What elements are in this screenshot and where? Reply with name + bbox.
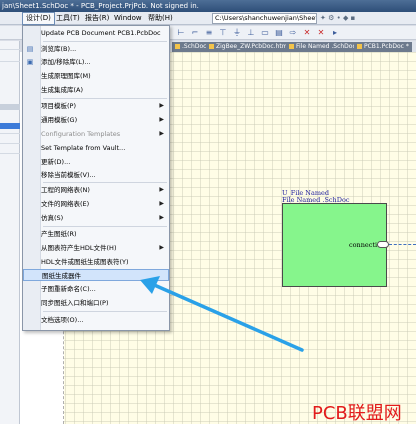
projects-panel [0,41,20,424]
chevron-right-icon: ▶ [159,116,164,123]
chevron-right-icon: ▶ [159,244,164,251]
menu-item-label: 仿真(S) [41,214,64,222]
panel-divider [0,61,20,62]
menu-item-symbol-from-hdl[interactable]: HDL文件或图纸生成图表符(Y) [23,256,169,268]
menu-item-remove-template[interactable]: 移除当前模板(V)... [23,169,169,181]
menu-separator [43,226,167,227]
menu-item-label: 工程的网络表(N) [41,186,90,194]
chevron-right-icon: ▶ [159,102,164,109]
align-icon[interactable]: ⊢ [176,28,186,38]
wire[interactable] [389,244,416,245]
menu-item-update-pcb[interactable]: Update PCB Document PCB1.PcbDoc [23,27,169,39]
sheet-symbol-icon[interactable]: ▤ [274,28,284,38]
menu-item-configuration-templates[interactable]: Configuration Templates ▶ [23,128,169,140]
bus-icon[interactable]: ≡ [204,28,214,38]
menu-item-label: 文档选项(O)... [41,316,84,324]
add-remove-icon: ▣ [26,58,34,66]
menu-item-update[interactable]: 更新(D)... [23,156,169,168]
menu-item-browse-library[interactable]: ▤ 浏览库(B)... [23,43,169,55]
menu-item-document-options[interactable]: 文档选项(O)... [23,314,169,326]
tab-file-named[interactable]: File Named .SchDoc * [286,42,364,52]
menu-item-sheet-to-component[interactable]: 图纸生成器件 [23,269,169,281]
toolbar-right-icons[interactable]: ✦ ⚙ • ◆ ▪ [320,14,355,22]
menu-item-set-template-vault[interactable]: Set Template from Vault... [23,142,169,154]
menu-item-label: 通用模板(G) [41,116,78,124]
menu-item-create-sheet[interactable]: 产生图纸(R) [23,228,169,240]
part-icon[interactable]: ▭ [260,28,270,38]
menu-item-label: 子图重新命名(C)... [41,285,96,293]
menu-item-label: 图纸生成器件 [42,272,81,280]
menu-bar: 设计(D) 工具(T) 报告(R) Window 帮助(H) C:\Users\… [0,12,416,25]
menu-help[interactable]: 帮助(H) [145,13,176,24]
menu-item-label: 添加/移除库(L)... [41,58,91,66]
menu-item-label: Set Template from Vault... [41,144,126,152]
menu-item-label: 从图表符产生HDL文件(H) [41,244,117,252]
design-menu-dropdown: Update PCB Document PCB1.PcbDoc ▤ 浏览库(B).… [22,25,170,331]
port-icon[interactable]: ⇨ [288,28,298,38]
menu-item-label: HDL文件或图纸生成图表符(Y) [41,258,129,266]
menu-item-hdl-from-symbol[interactable]: 从图表符产生HDL文件(H) ▶ [23,242,169,254]
menu-item-simulate[interactable]: 仿真(S) ▶ [23,212,169,224]
menu-window[interactable]: Window [111,13,145,24]
power-icon[interactable]: ⏚ [232,28,242,38]
path-field[interactable]: C:\Users\shanchuwenjian\Sheet [212,13,317,24]
menu-item-label: 浏览库(B)... [41,45,77,53]
menu-item-project-templates[interactable]: 项目模板(P) ▶ [23,100,169,112]
net-label-icon[interactable]: ⊤ [218,28,228,38]
chevron-right-icon: ▶ [159,186,164,193]
no-erc-icon[interactable]: ✕ [302,28,312,38]
menu-item-general-templates[interactable]: 通用模板(G) ▶ [23,114,169,126]
menu-item-label: Update PCB Document PCB1.PcbDoc [41,29,161,37]
panel-divider [0,153,20,154]
panel-row[interactable] [0,104,20,110]
menu-item-make-intlib[interactable]: 生成集成库(A) [23,84,169,96]
panel-divider [0,143,20,144]
menu-item-project-netlist[interactable]: 工程的网络表(N) ▶ [23,184,169,196]
menu-separator [43,41,167,42]
chevron-right-icon: ▶ [159,214,164,221]
document-tabs: .SchDoc * ZigBee_ZW.PcbDoc.htm File Name… [170,41,416,52]
library-icon: ▤ [26,45,34,53]
tab-zigbee-report[interactable]: ZigBee_ZW.PcbDoc.htm [206,42,291,52]
menu-item-label: 生成集成库(A) [41,86,84,94]
menu-item-make-schlib[interactable]: 生成原理图库(M) [23,70,169,82]
panel-divider [0,49,20,50]
menu-reports[interactable]: 报告(R) [82,13,112,24]
menu-item-document-netlist[interactable]: 文件的网络表(E) ▶ [23,198,169,210]
menu-separator [43,98,167,99]
window-title: jan\Sheet1.SchDoc * - PCB_Project.PrjPcb… [0,0,416,12]
menu-item-rename-child-sheet[interactable]: 子图重新命名(C)... [23,283,169,295]
menu-item-label: 生成原理图库(M) [41,72,91,80]
menu-separator [43,182,167,183]
menu-item-sync-sheet-entries[interactable]: 同步图纸入口和端口(P) [23,297,169,309]
menu-item-label: 移除当前模板(V)... [41,171,96,179]
gnd-icon[interactable]: ⊥ [246,28,256,38]
more-icon[interactable]: ▸ [330,28,340,38]
watermark: PCB联盟网 [312,403,402,424]
tab-pcb1[interactable]: PCB1.PcbDoc * [354,42,412,52]
menu-item-label: 同步图纸入口和端口(P) [41,299,109,307]
menu-item-label: 产生图纸(R) [41,230,77,238]
menu-tools[interactable]: 工具(T) [53,13,83,24]
menu-item-label: Configuration Templates [41,130,121,138]
menu-separator [43,311,167,312]
menu-item-label: 更新(D)... [41,158,71,166]
chevron-right-icon: ▶ [159,130,164,137]
menu-design[interactable]: 设计(D) [22,12,55,25]
sheet-entry[interactable] [377,241,389,248]
chevron-right-icon: ▶ [159,200,164,207]
menu-item-add-remove-library[interactable]: ▣ 添加/移除库(L)... [23,56,169,68]
menu-item-label: 文件的网络表(E) [41,200,90,208]
delete-icon[interactable]: ✕ [316,28,326,38]
wire-icon[interactable]: ⌐ [190,28,200,38]
panel-row-selected[interactable] [0,123,20,129]
panel-divider [0,133,20,134]
menu-item-label: 项目模板(P) [41,102,76,110]
